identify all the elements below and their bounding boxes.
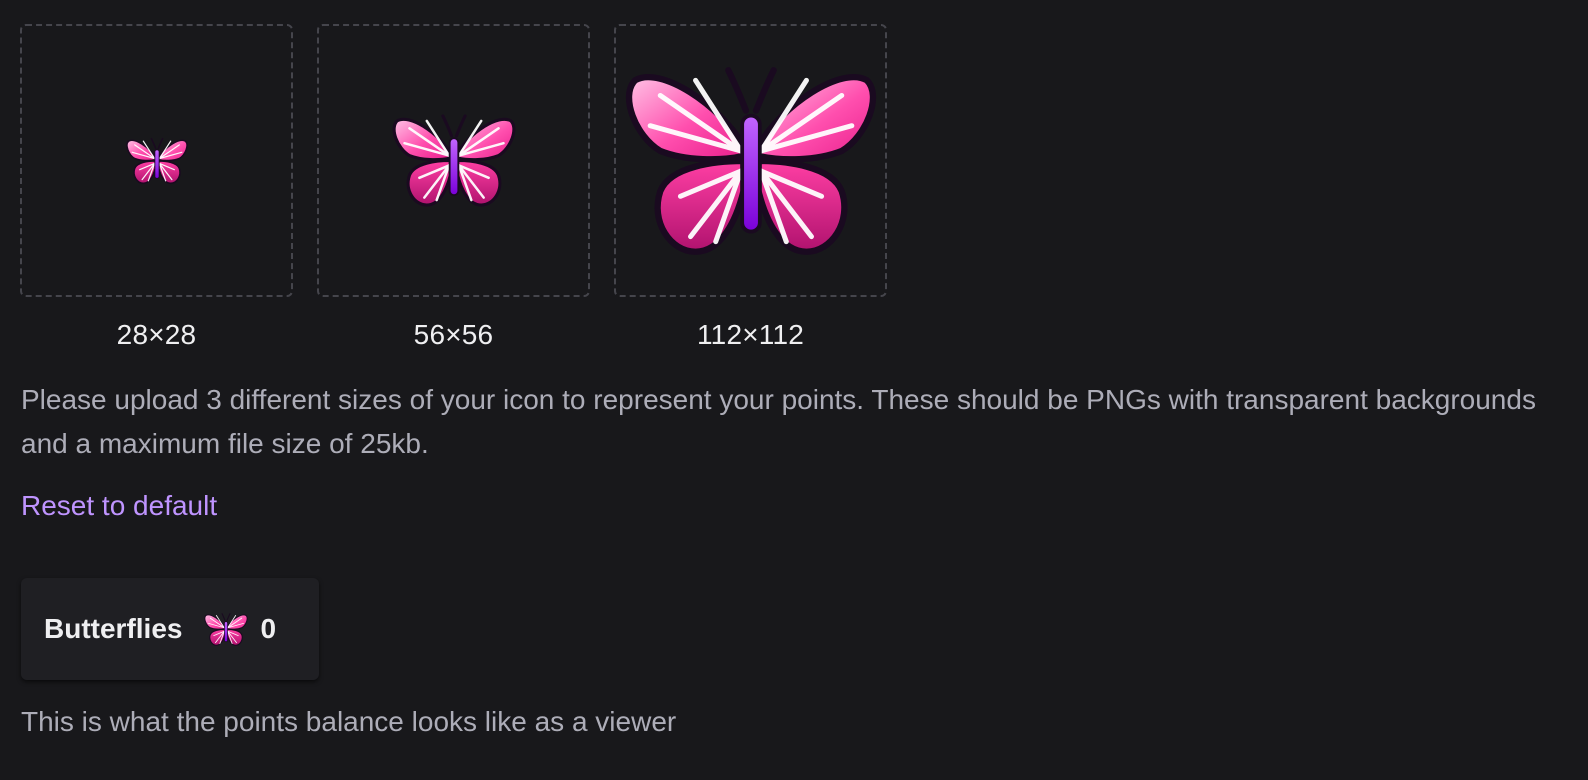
butterfly-icon: [625, 60, 877, 262]
points-icon-wrapper: [204, 612, 248, 647]
points-icon-settings: 28×28 56×56 112×112 Please upload 3 diff…: [0, 0, 1588, 780]
upload-slot-medium: 56×56: [317, 24, 590, 351]
butterfly-icon: [392, 111, 516, 210]
butterfly-icon: [126, 136, 188, 186]
reset-to-default-link[interactable]: Reset to default: [21, 490, 217, 522]
preview-caption: This is what the points balance looks li…: [21, 706, 677, 737]
size-label-28: 28×28: [116, 319, 197, 350]
points-balance-preview: Butterflies 0: [21, 578, 319, 680]
upload-box-28[interactable]: [20, 24, 293, 297]
upload-slot-large: 112×112: [614, 24, 887, 351]
icon-upload-row: 28×28 56×56 112×112: [20, 24, 887, 351]
upload-instructions: Please upload 3 different sizes of your …: [21, 384, 1536, 459]
upload-slot-small: 28×28: [20, 24, 293, 351]
butterfly-icon: [204, 612, 248, 647]
points-balance-value: 0: [260, 613, 277, 644]
size-label-56: 56×56: [413, 319, 494, 350]
points-name: Butterflies: [44, 613, 183, 644]
upload-box-56[interactable]: [317, 24, 590, 297]
size-label-112: 112×112: [696, 319, 805, 350]
upload-box-112[interactable]: [614, 24, 887, 297]
